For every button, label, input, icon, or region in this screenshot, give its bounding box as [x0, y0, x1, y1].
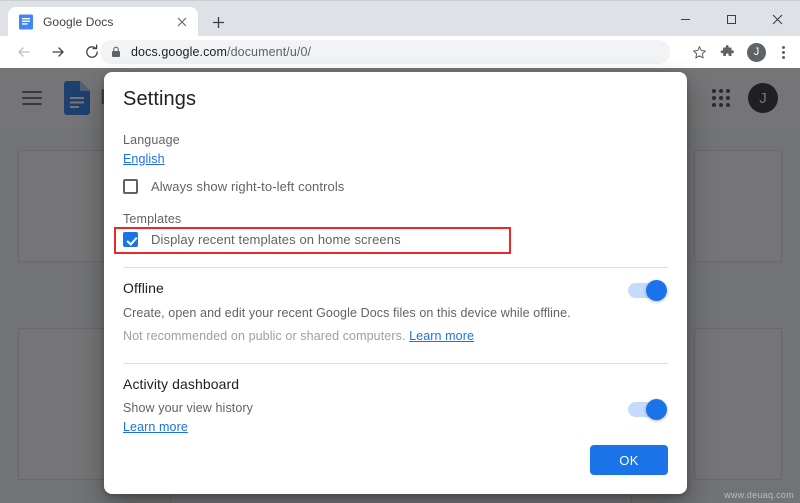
- tab-strip: Google Docs: [8, 7, 232, 37]
- ok-button[interactable]: OK: [590, 445, 668, 475]
- browser-titlebar: Google Docs: [0, 0, 800, 36]
- language-section-label: Language: [123, 133, 668, 147]
- templates-block: Display recent templates on home screens: [123, 232, 668, 247]
- google-docs-favicon: [18, 14, 34, 30]
- star-icon[interactable]: [686, 39, 712, 65]
- activity-dashboard-section: Activity dashboard Show your view histor…: [123, 376, 668, 436]
- offline-description: Create, open and edit your recent Google…: [123, 306, 628, 320]
- settings-dialog: Settings Language English Always show ri…: [104, 72, 687, 494]
- offline-toggle[interactable]: [628, 283, 665, 298]
- tab-google-docs[interactable]: Google Docs: [8, 7, 198, 37]
- activity-text-column: Activity dashboard Show your view histor…: [123, 376, 628, 436]
- dialog-title: Settings: [123, 88, 196, 111]
- templates-checkbox[interactable]: [123, 232, 138, 247]
- divider-activity: [123, 363, 668, 364]
- tab-close-icon[interactable]: [174, 14, 190, 30]
- activity-toggle-knob: [646, 399, 667, 420]
- forward-button[interactable]: [44, 38, 72, 66]
- browser-window: Google Docs: [0, 0, 800, 503]
- templates-checkbox-row[interactable]: Display recent templates on home screens: [123, 232, 668, 247]
- toolbar-right-actions: J: [686, 36, 800, 68]
- activity-dashboard-description: Show your view history: [123, 401, 628, 415]
- minimize-button[interactable]: [662, 1, 708, 37]
- dialog-body: Language English Always show right-to-le…: [104, 128, 687, 436]
- window-controls: [662, 1, 800, 37]
- language-value-link[interactable]: English: [123, 152, 165, 166]
- url-host: docs.google.com: [131, 45, 227, 59]
- watermark: www.deuaq.com: [724, 490, 794, 500]
- maximize-button[interactable]: [708, 1, 754, 37]
- activity-learn-more-link[interactable]: Learn more: [123, 420, 188, 434]
- browser-toolbar: docs.google.com/document/u/0/ J: [0, 36, 800, 68]
- close-window-button[interactable]: [754, 1, 800, 37]
- new-tab-button[interactable]: [204, 8, 232, 36]
- three-dots-icon[interactable]: [771, 39, 795, 65]
- back-button[interactable]: [10, 38, 38, 66]
- url-path: /document/u/0/: [227, 45, 311, 59]
- offline-toggle-knob: [646, 280, 667, 301]
- offline-learn-more-link[interactable]: Learn more: [409, 329, 474, 343]
- templates-checkbox-label: Display recent templates on home screens: [151, 232, 401, 247]
- tab-title: Google Docs: [43, 15, 174, 29]
- puzzle-piece-icon[interactable]: [714, 39, 740, 65]
- rtl-controls-label: Always show right-to-left controls: [151, 179, 344, 194]
- url-text: docs.google.com/document/u/0/: [131, 45, 311, 59]
- activity-dashboard-toggle[interactable]: [628, 402, 665, 417]
- divider-offline: [123, 267, 668, 268]
- activity-dashboard-heading: Activity dashboard: [123, 376, 628, 392]
- offline-section: Offline Create, open and edit your recen…: [123, 280, 668, 343]
- rtl-controls-checkbox[interactable]: [123, 179, 138, 194]
- offline-heading: Offline: [123, 280, 628, 296]
- address-bar[interactable]: docs.google.com/document/u/0/: [100, 40, 670, 64]
- lock-icon: [110, 45, 122, 59]
- templates-section-label: Templates: [123, 212, 668, 226]
- rtl-controls-row[interactable]: Always show right-to-left controls: [123, 179, 668, 194]
- offline-text-column: Offline Create, open and edit your recen…: [123, 280, 628, 343]
- offline-note-text: Not recommended on public or shared comp…: [123, 329, 406, 343]
- offline-note: Not recommended on public or shared comp…: [123, 329, 628, 343]
- browser-profile-avatar[interactable]: J: [747, 43, 766, 62]
